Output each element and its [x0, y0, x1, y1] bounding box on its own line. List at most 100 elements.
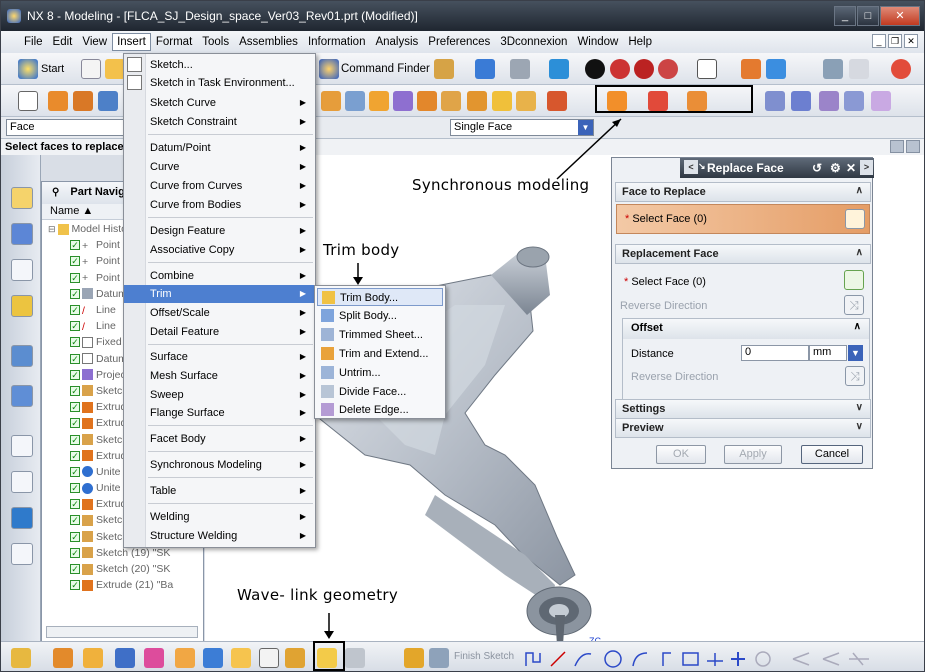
submenu-arrow-icon: ▶	[299, 390, 306, 399]
unit-dropdown-icon[interactable]: ▼	[848, 345, 863, 361]
menu-item-welding[interactable]: Welding ▶	[124, 508, 315, 526]
menu-item-detail-feature[interactable]: Detail Feature ▶	[124, 323, 315, 341]
menu-item-curve-from-bodies[interactable]: Curve from Bodies ▶	[124, 196, 315, 214]
menu-item-trim-and-extend[interactable]: Trim and Extend...	[317, 345, 443, 363]
submenu-arrow-icon: ▶	[299, 486, 306, 495]
face-select-icon[interactable]	[845, 209, 865, 229]
menu-item-delete-edge[interactable]: Delete Edge...	[317, 401, 443, 419]
apply-button[interactable]: Apply	[724, 445, 782, 464]
menu-item-facet-body[interactable]: Facet Body ▶	[124, 430, 315, 448]
menu-item-mesh-surface[interactable]: Mesh Surface ▶	[124, 367, 315, 385]
menu-item-divide-face[interactable]: Divide Face...	[317, 383, 443, 401]
menu-item-sketch-task[interactable]: Sketch in Task Environment...	[124, 74, 315, 92]
trimmed-sheet-icon	[321, 328, 334, 341]
offset-header[interactable]: Offset ∧	[623, 319, 869, 339]
menu-item-offset-scale[interactable]: Offset/Scale ▶	[124, 304, 315, 322]
split-body-icon	[321, 309, 334, 322]
submenu-arrow-icon: ▶	[299, 226, 306, 235]
cancel-button[interactable]: Cancel	[801, 445, 863, 464]
section-settings[interactable]: Settings ∨	[615, 399, 871, 419]
section-replacement-face[interactable]: Replacement Face ∧	[615, 244, 871, 264]
section-caret-icon: ∧	[855, 247, 863, 258]
section-caret-icon: ∨	[855, 421, 863, 432]
menu-item-label: Synchronous Modeling	[150, 459, 262, 471]
menu-item-label: Surface	[150, 351, 188, 363]
collapse-right-icon[interactable]: >	[860, 160, 873, 175]
menu-item-label: Welding	[150, 511, 190, 523]
collapse-left-icon[interactable]: <	[684, 160, 698, 174]
section-face-to-replace[interactable]: Face to Replace ∧	[615, 182, 871, 202]
submenu-arrow-icon: ▶	[299, 245, 306, 254]
menu-item-synchronous-modeling[interactable]: Synchronous Modeling ▶	[124, 456, 315, 474]
menu-item-flange-surface[interactable]: Flange Surface ▶	[124, 404, 315, 422]
menu-item-label: Sketch in Task Environment...	[150, 77, 295, 89]
menu-item-split-body[interactable]: Split Body...	[317, 307, 443, 325]
submenu-arrow-icon: ▶	[299, 434, 306, 443]
submenu-arrow-icon: ▶	[299, 371, 306, 380]
reverse-direction-2-button[interactable]: ⤨	[845, 366, 865, 386]
select-face-row-active[interactable]: * Select Face (0)	[616, 204, 870, 234]
trim-body-annotation: Trim body	[323, 241, 400, 259]
menu-item-curve[interactable]: Curve ▶	[124, 158, 315, 176]
menu-item-table[interactable]: Table ▶	[124, 482, 315, 500]
section-title: Offset	[631, 322, 663, 334]
reverse-direction-button[interactable]: ⤨	[844, 295, 864, 315]
sync-modeling-annotation: Synchronous modeling	[412, 176, 590, 194]
menu-item-label: Associative Copy	[150, 244, 235, 256]
reverse-direction-2-label: Reverse Direction	[631, 371, 719, 383]
menu-item-associative-copy[interactable]: Associative Copy ▶	[124, 241, 315, 259]
menu-item-sketch-curve[interactable]: Sketch Curve ▶	[124, 94, 315, 112]
menu-item-surface[interactable]: Surface ▶	[124, 348, 315, 366]
menu-item-label: Mesh Surface	[150, 370, 218, 382]
menu-item-trim[interactable]: Trim ▶	[124, 285, 315, 303]
menu-item-sketch-constraint[interactable]: Sketch Constraint ▶	[124, 113, 315, 131]
submenu-arrow-icon: ▶	[299, 460, 306, 469]
dialog-title-bar[interactable]: < ↘ Replace Face ↺ ⚙ ✕ >	[680, 158, 874, 178]
menu-item-label: Table	[150, 485, 177, 497]
menu-item-curve-from-curves[interactable]: Curve from Curves ▶	[124, 177, 315, 195]
dialog-close-icon[interactable]: ✕	[846, 161, 856, 175]
submenu-arrow-icon: ▶	[299, 531, 306, 540]
menu-item-combine[interactable]: Combine ▶	[124, 267, 315, 285]
wave-link-annotation: Wave- link geometry	[237, 586, 399, 604]
menu-item-label: Offset/Scale	[150, 307, 210, 319]
select-face-row[interactable]: * Select Face (0)	[624, 276, 706, 288]
ok-button[interactable]: OK	[656, 445, 706, 464]
menu-separator	[148, 262, 313, 263]
menu-item-label: Structure Welding	[150, 530, 238, 542]
menu-item-label: Split Body...	[339, 310, 397, 322]
section-title: Replacement Face	[622, 248, 719, 260]
replace-face-dialog: < ↘ Replace Face ↺ ⚙ ✕ > Face to Replace…	[611, 157, 874, 469]
distance-input[interactable]: 0	[741, 345, 809, 361]
trim-body-icon	[322, 291, 335, 304]
face-select-2-icon[interactable]	[844, 270, 864, 290]
menu-item-label: Combine	[150, 270, 195, 282]
menu-item-label: Curve	[150, 161, 180, 173]
menu-item-trim-body[interactable]: Trim Body...	[317, 288, 443, 306]
menu-item-sketch[interactable]: Sketch...	[124, 56, 315, 74]
submenu-arrow-icon: ▶	[299, 327, 306, 336]
menu-item-label: Datum/Point	[150, 142, 211, 154]
menu-item-label: Trim Body...	[340, 292, 399, 304]
section-preview[interactable]: Preview ∨	[615, 418, 871, 438]
distance-label: Distance	[631, 348, 674, 360]
menu-item-datum-point[interactable]: Datum/Point ▶	[124, 139, 315, 157]
menu-item-design-feature[interactable]: Design Feature ▶	[124, 222, 315, 240]
menu-item-structure-welding[interactable]: Structure Welding ▶	[124, 527, 315, 545]
required-star: * Select Face (0)	[625, 213, 707, 225]
menu-separator	[148, 425, 313, 426]
dialog-title: Replace Face	[707, 161, 784, 175]
submenu-arrow-icon: ▶	[299, 143, 306, 152]
menu-item-trimmed-sheet[interactable]: Trimmed Sheet...	[317, 326, 443, 344]
reset-icon[interactable]: ↺	[812, 161, 822, 175]
settings-gear-icon[interactable]: ⚙	[830, 161, 841, 175]
menu-item-sweep[interactable]: Sweep ▶	[124, 386, 315, 404]
menu-item-label: Detail Feature	[150, 326, 220, 338]
submenu-arrow-icon: ▶	[299, 200, 306, 209]
menu-item-untrim[interactable]: Untrim...	[317, 364, 443, 382]
menu-item-label: Divide Face...	[339, 386, 407, 398]
section-title: Preview	[622, 422, 664, 434]
section-title: Face to Replace	[622, 186, 706, 198]
distance-unit-select[interactable]: mm	[809, 345, 847, 361]
submenu-arrow-icon: ▶	[299, 162, 306, 171]
